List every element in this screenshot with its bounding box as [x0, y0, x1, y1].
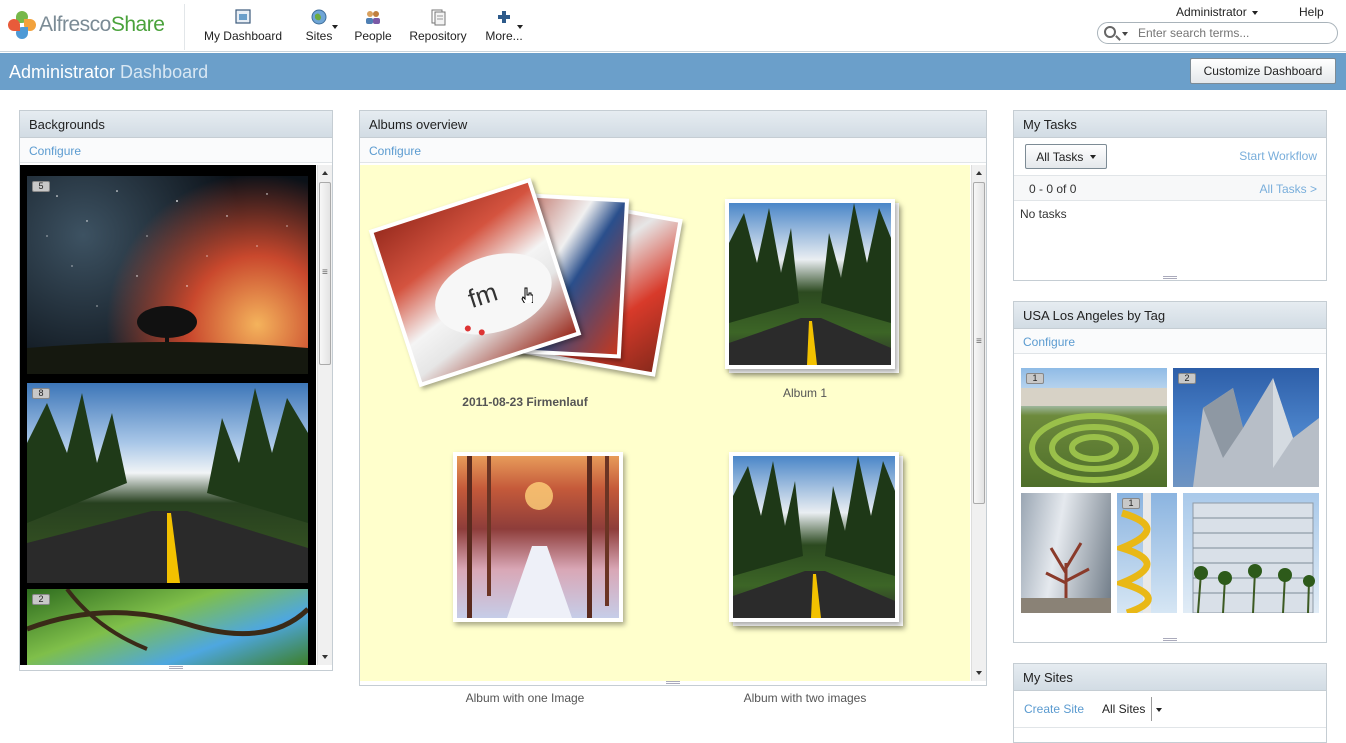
vertical-scrollbar[interactable] [971, 165, 986, 681]
alfresco-flower-icon [8, 11, 36, 39]
app-name: AlfrescoShare [39, 13, 165, 36]
nav-label: Repository [409, 29, 467, 43]
nav-my-dashboard[interactable]: My Dashboard [202, 8, 284, 48]
dashlet-title: My Tasks [1014, 111, 1326, 138]
dashboard-title-bar: Administrator Dashboard [0, 53, 1346, 90]
dashboard-icon [234, 8, 252, 26]
scroll-down-arrow[interactable] [976, 671, 982, 675]
album-with-one-image[interactable]: Album with one Image [410, 450, 640, 705]
user-menu[interactable]: Administrator [1176, 5, 1259, 19]
my-sites-dashlet: My Sites Create Site All Sites [1013, 663, 1327, 743]
dashlet-title: Backgrounds [20, 111, 332, 138]
tag-image[interactable]: 1 [1117, 493, 1177, 613]
gallery-image[interactable]: 5 [27, 176, 308, 374]
repository-icon [429, 8, 447, 26]
dashlet-resize-handle[interactable] [1163, 276, 1177, 279]
album-label: Album with one Image [465, 691, 585, 705]
tag-image[interactable]: 1 [1021, 368, 1167, 487]
tasks-paging-bar: 0 - 0 of 0 All Tasks > [1014, 176, 1326, 201]
dashlet-resize-handle[interactable] [1163, 638, 1177, 641]
task-filter-button[interactable]: All Tasks [1025, 144, 1107, 169]
scroll-thumb[interactable] [319, 182, 331, 365]
plus-icon [495, 8, 513, 26]
album-with-two-images[interactable]: Album with two images [690, 450, 920, 705]
dashlet-resize-handle[interactable] [666, 681, 680, 684]
start-workflow-link[interactable]: Start Workflow [1239, 149, 1317, 163]
chevron-down-icon [517, 25, 523, 29]
customize-dashboard-button[interactable]: Customize Dashboard [1190, 58, 1336, 84]
dashlet-resize-handle[interactable] [169, 666, 183, 669]
gallery-image[interactable]: 2 [27, 589, 308, 665]
backgrounds-dashlet: Backgrounds Configure 5 8 2 ≡ [19, 110, 333, 671]
nav-sites[interactable]: Sites [302, 8, 338, 48]
globe-icon [310, 8, 328, 26]
tag-gallery-dashlet: USA Los Angeles by Tag Configure 1 2 1 [1013, 301, 1327, 643]
image-count-badge: 1 [1026, 373, 1044, 384]
backgrounds-gallery: 5 8 2 [20, 165, 316, 665]
image-count-badge: 1 [1122, 498, 1140, 509]
chevron-down-icon [332, 25, 338, 29]
dashlet-title: My Sites [1014, 664, 1326, 691]
search-box [1097, 22, 1338, 44]
chevron-down-icon[interactable] [1156, 708, 1162, 712]
task-filter-label: All Tasks [1036, 149, 1084, 164]
header-divider [184, 4, 185, 50]
create-site-link[interactable]: Create Site [1024, 702, 1084, 716]
hand-cursor-icon [521, 287, 533, 303]
tag-image[interactable] [1021, 493, 1111, 613]
sites-filter[interactable]: All Sites [1102, 702, 1145, 716]
dashlet-title: USA Los Angeles by Tag [1014, 302, 1326, 329]
tasks-toolbar: All Tasks Start Workflow [1014, 138, 1326, 176]
nav-repository[interactable]: Repository [407, 8, 469, 48]
album-1[interactable]: Album 1 [690, 195, 920, 405]
nav-label: Sites [305, 29, 333, 43]
help-link[interactable]: Help [1299, 5, 1324, 19]
page-title: Administrator Dashboard [9, 62, 209, 82]
sites-toolbar: Create Site All Sites [1014, 691, 1326, 728]
nav-label: My Dashboard [203, 29, 283, 43]
no-tasks-message: No tasks [1020, 207, 1067, 221]
chevron-down-icon [1252, 10, 1259, 15]
albums-grid: fm 2011-08-23 Firmenlauf Album 1 Album w… [360, 165, 970, 705]
configure-link[interactable]: Configure [20, 138, 332, 163]
tag-image[interactable] [1183, 493, 1319, 613]
vertical-scrollbar[interactable] [317, 165, 332, 665]
image-count-badge: 2 [32, 594, 50, 605]
nav-label: People [354, 29, 392, 43]
my-tasks-dashlet: My Tasks All Tasks Start Workflow 0 - 0 … [1013, 110, 1327, 281]
image-count-badge: 5 [32, 181, 50, 192]
album-photo [453, 452, 623, 622]
album-photo [725, 199, 895, 369]
image-count-badge: 8 [32, 388, 50, 399]
alfresco-logo[interactable]: AlfrescoShare [8, 8, 178, 42]
scroll-up-arrow[interactable] [322, 171, 328, 175]
image-count-badge: 2 [1178, 373, 1196, 384]
filter-divider [1151, 697, 1152, 721]
people-icon [364, 8, 382, 26]
nav-people[interactable]: People [352, 8, 394, 48]
album-label: 2011-08-23 Firmenlauf [462, 395, 588, 409]
album-photo [729, 452, 899, 622]
tag-image[interactable]: 2 [1173, 368, 1319, 487]
album-label: Album with two images [743, 691, 867, 705]
search-icon[interactable] [1104, 26, 1116, 38]
user-menu-label: Administrator [1176, 5, 1247, 19]
chevron-down-icon [1089, 155, 1096, 160]
nav-label: More... [485, 29, 523, 43]
all-tasks-link[interactable]: All Tasks > [1260, 182, 1317, 196]
dashlet-title: Albums overview [360, 111, 986, 138]
app-header: AlfrescoShare My Dashboard Sites People … [0, 0, 1346, 52]
search-input[interactable] [1138, 25, 1328, 41]
gallery-image[interactable]: 8 [27, 383, 308, 583]
scroll-up-arrow[interactable] [976, 171, 982, 175]
album-label: Album 1 [782, 386, 828, 400]
albums-dashlet: Albums overview Configure fm 2011-08-23 … [359, 110, 987, 705]
nav-more[interactable]: More... [485, 8, 523, 48]
scroll-thumb[interactable] [973, 182, 985, 504]
configure-link[interactable]: Configure [360, 138, 986, 163]
scroll-down-arrow[interactable] [322, 655, 328, 659]
chevron-down-icon[interactable] [1122, 32, 1128, 36]
paging-count: 0 - 0 of 0 [1029, 182, 1077, 196]
configure-link[interactable]: Configure [1014, 329, 1326, 354]
